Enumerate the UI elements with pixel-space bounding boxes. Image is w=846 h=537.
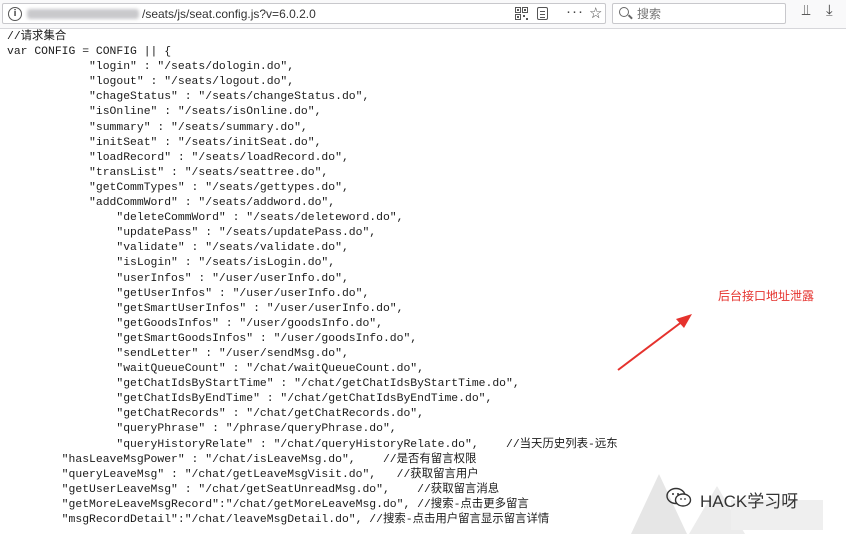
watermark-text: HACK学习呀 bbox=[700, 492, 799, 511]
annotation-label: 后台接口地址泄露 bbox=[718, 289, 815, 303]
wechat-icon bbox=[666, 487, 692, 507]
red-arrow bbox=[617, 314, 692, 371]
